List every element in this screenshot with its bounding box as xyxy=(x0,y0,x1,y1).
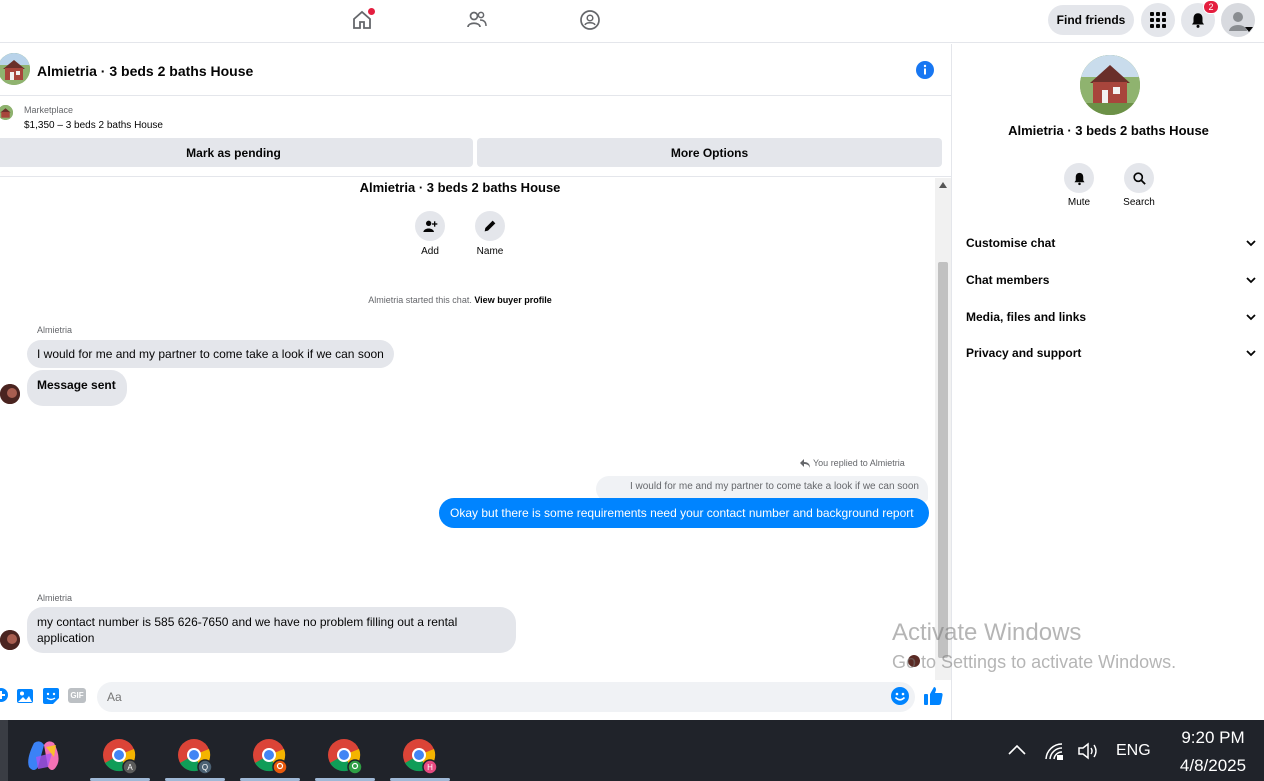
add-person-icon xyxy=(423,220,438,232)
view-buyer-profile-link[interactable]: View buyer profile xyxy=(474,295,551,305)
bell-icon xyxy=(1192,13,1204,28)
conversation-title: Almietria · 3 beds 2 baths House xyxy=(359,180,561,195)
info-icon[interactable] xyxy=(916,61,934,79)
chevron-down-icon xyxy=(1246,239,1256,246)
chrome-app-profile-2[interactable] xyxy=(315,730,375,781)
copilot-icon xyxy=(28,740,59,770)
chrome-icon: A xyxy=(103,738,138,775)
volume-icon[interactable] xyxy=(1077,742,1101,760)
replied-label: You replied to Almietria xyxy=(813,458,905,468)
media-files-links-section[interactable]: Media, files and links xyxy=(966,302,1256,332)
scrollbar-thumb[interactable] xyxy=(938,262,948,658)
search-icon xyxy=(1132,171,1146,185)
reply-indicator: You replied to Almietria xyxy=(800,458,905,468)
activate-windows-title: Activate Windows xyxy=(892,619,1082,646)
copilot-app[interactable] xyxy=(14,730,74,781)
chrome-profile-badge: H xyxy=(427,763,433,772)
notification-count-badge: 2 xyxy=(1203,0,1219,14)
chat-title: Almietria · 3 beds 2 baths House xyxy=(37,63,254,79)
section-label: Chat members xyxy=(966,273,1050,287)
windows-taskbar: A Q H ENG 9:20 PM 4/8/2025 xyxy=(0,720,1264,781)
conversation-area: Almietria · 3 beds 2 baths House Add Nam… xyxy=(0,178,935,680)
chrome-icon: Q xyxy=(178,738,213,775)
sticker-icon[interactable] xyxy=(43,688,59,704)
chat-header: Almietria · 3 beds 2 baths House xyxy=(0,44,951,96)
friends-icon[interactable] xyxy=(465,8,489,32)
chrome-app-profile-1[interactable] xyxy=(240,730,300,781)
chat-photo[interactable] xyxy=(1080,55,1140,115)
incoming-message-contact[interactable]: my contact number is 585 626-7650 and we… xyxy=(27,607,516,653)
scroll-up-arrow-icon[interactable] xyxy=(939,182,947,188)
house-thumbnail xyxy=(0,53,30,85)
plus-circle-icon[interactable] xyxy=(0,688,8,702)
chrome-app-a[interactable]: A xyxy=(90,730,150,781)
find-friends-button[interactable]: Find friends xyxy=(1048,5,1134,35)
grid-icon xyxy=(1150,12,1166,28)
reply-arrow-icon xyxy=(800,458,810,468)
activate-windows-subtitle: Go to Settings to activate Windows. xyxy=(892,652,1177,672)
sender-avatar[interactable] xyxy=(0,384,20,404)
listing-thumbnail[interactable] xyxy=(0,105,13,120)
sender-name: Almietria xyxy=(37,325,73,335)
emoji-icon[interactable] xyxy=(891,687,909,705)
privacy-support-section[interactable]: Privacy and support xyxy=(966,338,1256,368)
sender-avatar-2[interactable] xyxy=(0,630,20,650)
message-composer: GIF xyxy=(0,680,951,720)
section-label: Privacy and support xyxy=(966,346,1082,360)
chrome-icon xyxy=(328,738,363,775)
name-chat-button[interactable] xyxy=(475,211,505,241)
search-button[interactable] xyxy=(1124,163,1154,193)
add-label: Add xyxy=(421,246,439,257)
chat-started-text: Almietria started this chat. xyxy=(368,295,472,305)
top-navigation-bar: Find friends 2 xyxy=(0,0,1264,43)
chrome-icon xyxy=(253,738,288,775)
more-options-button[interactable]: More Options xyxy=(477,138,942,167)
input-language-indicator[interactable]: ENG xyxy=(1116,742,1151,760)
search-label: Search xyxy=(1123,197,1155,208)
account-chevron-icon xyxy=(1245,27,1253,32)
photo-icon[interactable] xyxy=(17,688,33,704)
listing-price-title[interactable]: $1,350 – 3 beds 2 baths House xyxy=(24,120,163,131)
chrome-app-q[interactable]: Q xyxy=(165,730,225,781)
incoming-message-sent[interactable]: Message sent xyxy=(27,370,127,406)
thumbs-up-icon[interactable] xyxy=(923,686,943,706)
home-notification-dot xyxy=(368,8,375,15)
chrome-profile-badge: A xyxy=(127,763,133,772)
bell-icon xyxy=(1074,172,1084,185)
clock-date[interactable]: 4/8/2025 xyxy=(1168,756,1258,776)
chrome-icon: H xyxy=(403,738,438,775)
chat-members-section[interactable]: Chat members xyxy=(966,265,1256,295)
chevron-down-icon xyxy=(1246,276,1256,283)
wifi-icon[interactable] xyxy=(1043,741,1065,761)
chevron-up-icon[interactable] xyxy=(1007,744,1027,756)
clock-time[interactable]: 9:20 PM xyxy=(1168,728,1258,748)
chrome-app-h[interactable]: H xyxy=(390,730,450,781)
chat-started-notice: Almietria started this chat. View buyer … xyxy=(0,295,920,305)
mute-label: Mute xyxy=(1067,197,1091,208)
taskbar-edge xyxy=(0,720,8,781)
marketplace-listing-bar: Marketplace $1,350 – 3 beds 2 baths Hous… xyxy=(0,97,951,177)
chevron-down-icon xyxy=(1246,349,1256,356)
chrome-profile-badge: Q xyxy=(202,763,208,772)
marketplace-label: Marketplace xyxy=(24,105,74,115)
section-label: Media, files and links xyxy=(966,310,1087,324)
sender-name-2: Almietria xyxy=(37,593,73,603)
add-people-button[interactable] xyxy=(415,211,445,241)
outgoing-message[interactable]: Okay but there is some requirements need… xyxy=(439,498,929,528)
conversation-scrollbar[interactable] xyxy=(935,178,951,680)
name-label: Name xyxy=(476,246,504,257)
menu-grid-button[interactable] xyxy=(1141,3,1175,37)
customise-chat-section[interactable]: Customise chat xyxy=(966,228,1256,258)
message-input[interactable] xyxy=(97,682,915,712)
chevron-down-icon xyxy=(1246,313,1256,320)
mark-as-pending-button[interactable]: Mark as pending xyxy=(0,138,473,167)
pencil-icon xyxy=(484,220,496,232)
gif-icon[interactable]: GIF xyxy=(68,688,86,703)
section-label: Customise chat xyxy=(966,236,1056,250)
mute-button[interactable] xyxy=(1064,163,1094,193)
incoming-message[interactable]: I would for me and my partner to come ta… xyxy=(27,340,394,368)
panel-chat-title: Almietria · 3 beds 2 baths House xyxy=(1008,123,1209,138)
groups-icon[interactable] xyxy=(578,8,602,32)
